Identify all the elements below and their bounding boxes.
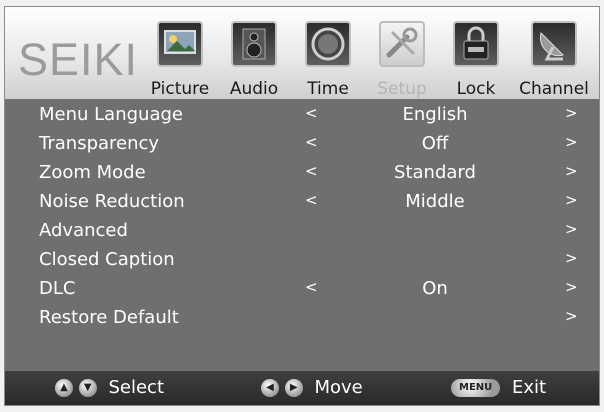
right-arrow-icon[interactable]: > xyxy=(565,162,578,180)
menu-item-label: Menu Language xyxy=(39,104,183,125)
tab-audio[interactable]: Audio xyxy=(217,15,291,99)
osd-menu-window: SEIKI Picture Audio Time Setup Lock Chan… xyxy=(4,6,600,406)
right-arrow-icon[interactable]: > xyxy=(565,220,578,238)
tab-label: Picture xyxy=(150,79,210,99)
menu-button-icon: MENU xyxy=(451,379,501,397)
satellite-dish-icon xyxy=(531,21,577,67)
right-arrow-icon[interactable]: > xyxy=(565,104,578,122)
tab-label: Audio xyxy=(229,79,279,99)
tab-picture[interactable]: Picture xyxy=(143,15,217,99)
menu-item-label: Restore Default xyxy=(39,307,179,328)
left-button-icon: ◀ xyxy=(261,379,279,397)
menu-item-label: Advanced xyxy=(39,220,128,241)
audio-icon xyxy=(231,21,277,67)
up-button-icon: ▲ xyxy=(55,379,73,397)
picture-icon xyxy=(157,21,203,67)
tab-setup[interactable]: Setup xyxy=(365,15,439,99)
move-hint-label: Move xyxy=(314,377,363,398)
menu-item-label: Transparency xyxy=(39,133,160,154)
exit-hint-label: Exit xyxy=(512,377,547,398)
tab-label: Channel xyxy=(519,79,589,99)
right-button-icon: ▶ xyxy=(284,379,303,397)
menu-item-label: Zoom Mode xyxy=(39,162,146,183)
left-arrow-icon[interactable]: < xyxy=(305,104,318,122)
lock-icon xyxy=(453,21,499,67)
menu-item-dlc[interactable]: DLC < On > xyxy=(5,275,599,303)
setup-icon xyxy=(379,21,425,67)
right-arrow-icon[interactable]: > xyxy=(565,307,578,325)
menu-item-value: Standard xyxy=(394,162,476,183)
exit-hint: MENU Exit xyxy=(451,377,546,398)
menu-item-zoom-mode[interactable]: Zoom Mode < Standard > xyxy=(5,159,599,187)
select-hint: ▲ ▼ Select xyxy=(55,377,164,398)
menu-item-menu-language[interactable]: Menu Language < English > xyxy=(5,101,599,129)
move-hint: ◀ ▶ Move xyxy=(261,377,363,398)
tab-lock[interactable]: Lock xyxy=(439,15,513,99)
menu-item-label: DLC xyxy=(39,278,76,299)
menu-item-value: Off xyxy=(421,133,449,154)
left-arrow-icon[interactable]: < xyxy=(305,162,318,180)
menu-item-restore-default[interactable]: Restore Default > xyxy=(5,304,599,332)
select-hint-label: Select xyxy=(108,377,164,398)
menu-item-value: English xyxy=(402,104,468,125)
left-arrow-icon[interactable]: < xyxy=(305,191,318,209)
menu-item-label: Noise Reduction xyxy=(39,191,185,212)
left-arrow-icon[interactable]: < xyxy=(305,278,318,296)
tab-channel[interactable]: Channel xyxy=(517,15,591,99)
menu-item-advanced[interactable]: Advanced > xyxy=(5,217,599,245)
right-arrow-icon[interactable]: > xyxy=(565,191,578,209)
tab-label: Setup xyxy=(377,79,427,99)
menu-item-closed-caption[interactable]: Closed Caption > xyxy=(5,246,599,274)
menu-item-value: Middle xyxy=(405,191,465,212)
left-arrow-icon[interactable]: < xyxy=(305,133,318,151)
menu-item-noise-reduction[interactable]: Noise Reduction < Middle > xyxy=(5,188,599,216)
right-arrow-icon[interactable]: > xyxy=(565,278,578,296)
clock-icon xyxy=(305,21,351,67)
down-button-icon: ▼ xyxy=(78,379,97,397)
tab-label: Lock xyxy=(456,79,496,99)
menu-item-label: Closed Caption xyxy=(39,249,175,270)
right-arrow-icon[interactable]: > xyxy=(565,249,578,267)
seiki-logo: SEIKI xyxy=(18,34,139,85)
right-arrow-icon[interactable]: > xyxy=(565,133,578,151)
menu-item-value: On xyxy=(422,278,448,299)
tab-label: Time xyxy=(307,79,349,99)
hint-bar: ▲ ▼ Select ◀ ▶ Move MENU Exit xyxy=(5,371,599,405)
tab-time[interactable]: Time xyxy=(291,15,365,99)
menu-item-transparency[interactable]: Transparency < Off > xyxy=(5,130,599,158)
menu-header: SEIKI Picture Audio Time Setup Lock Chan… xyxy=(5,7,599,99)
